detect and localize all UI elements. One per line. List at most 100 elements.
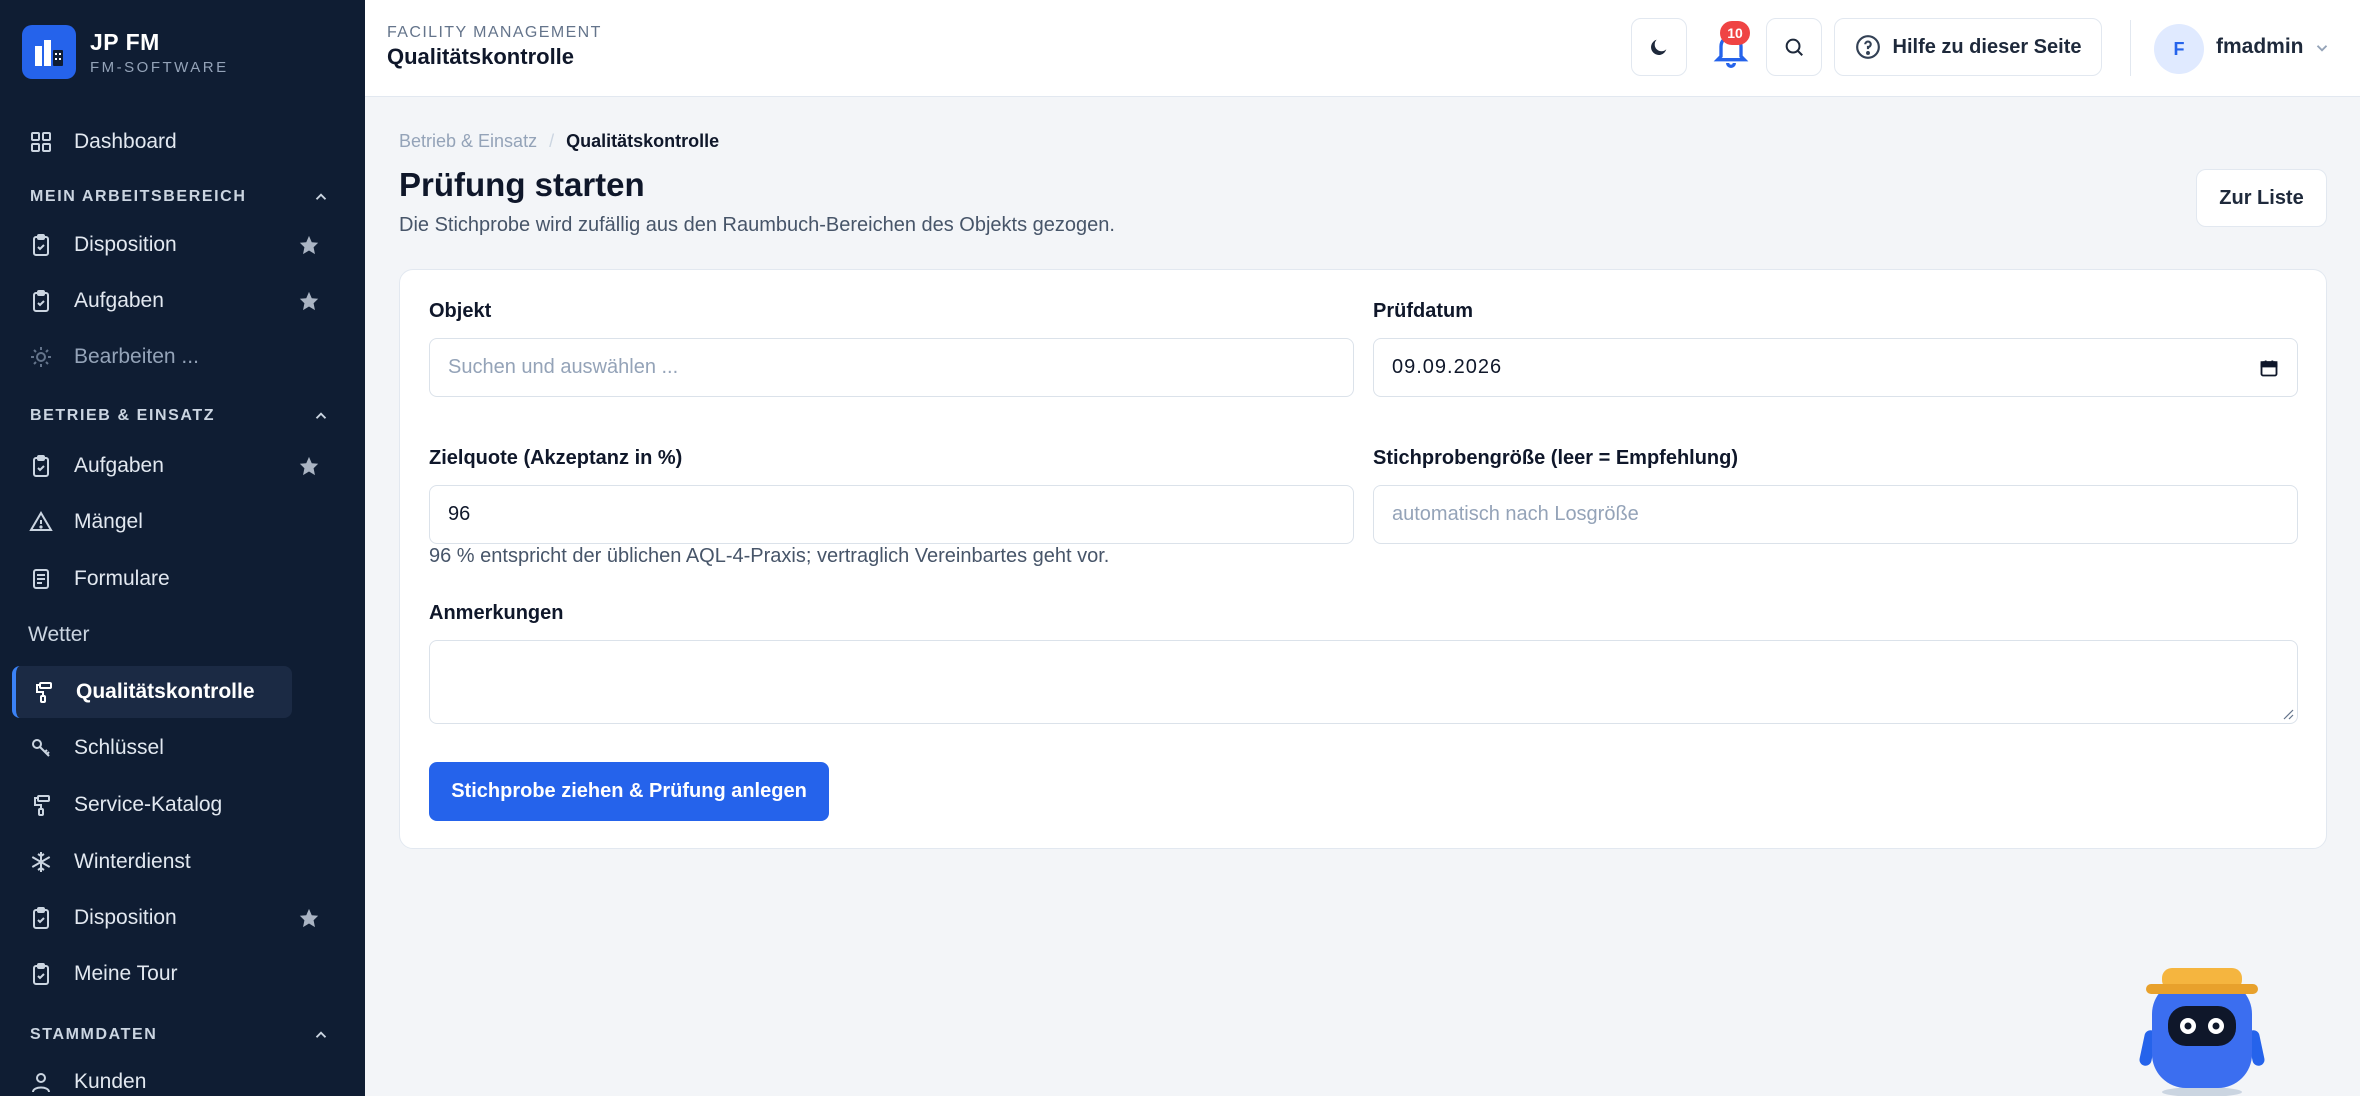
search-icon — [1785, 38, 1803, 56]
question-circle-icon — [1855, 35, 1880, 59]
sidebar-item-label: Disposition — [74, 906, 177, 929]
clipboard-check-icon — [28, 232, 54, 258]
sidebar-item-label: Winterdienst — [74, 850, 191, 873]
object-search-input[interactable]: Suchen und auswählen ... — [429, 338, 1354, 397]
brand-subtitle: FM-SOFTWARE — [90, 58, 229, 76]
sidebar-item-wetter[interactable]: Wetter — [28, 623, 89, 647]
page-subtitle: Die Stichprobe wird zufällig aus den Rau… — [399, 214, 1115, 236]
inspection-date-input[interactable]: 09.09.2026 — [1373, 338, 2298, 397]
sidebar-item-dashboard[interactable]: Dashboard — [12, 116, 292, 168]
brand[interactable]: JP FM FM-SOFTWARE — [0, 0, 365, 104]
sidebar-item-label: Bearbeiten ... — [74, 345, 199, 368]
sidebar-item-edit[interactable]: Bearbeiten ... — [12, 331, 292, 383]
page-title: Prüfung starten — [399, 166, 645, 203]
document-icon — [28, 566, 54, 592]
quota-input[interactable]: 96 — [429, 485, 1354, 544]
breadcrumb-current: Qualitätskontrolle — [566, 131, 720, 151]
avatar[interactable]: F — [2154, 24, 2204, 74]
sidebar-item-label: Formulare — [74, 567, 170, 590]
user-name[interactable]: fmadmin — [2216, 35, 2304, 59]
sidebar-item-maengel[interactable]: Mängel — [12, 496, 292, 548]
section-title: BETRIEB & EINSATZ — [30, 407, 216, 424]
paint-roller-icon — [28, 792, 54, 818]
search-button[interactable] — [1766, 18, 1822, 76]
clipboard-check-icon — [28, 905, 54, 931]
snowflake-icon — [28, 849, 54, 875]
back-to-list-button[interactable]: Zur Liste — [2196, 169, 2327, 227]
chevron-up-icon — [315, 412, 327, 419]
inspection-form-card: Objekt Suchen und auswählen ... Prüfdatu… — [399, 269, 2327, 849]
robot-mascot-icon[interactable] — [2132, 960, 2272, 1096]
brand-logo-icon — [22, 25, 76, 79]
star-icon[interactable] — [298, 234, 320, 256]
breadcrumb-separator: / — [549, 131, 555, 151]
sidebar-item-label: Aufgaben — [74, 289, 164, 312]
breadcrumb: Betrieb & Einsatz / Qualitätskontrolle — [399, 131, 719, 152]
sidebar-item-ops-aufgaben[interactable]: Aufgaben — [12, 440, 319, 492]
key-icon — [28, 735, 54, 761]
sun-gear-icon — [28, 344, 54, 370]
sidebar-item-formulare[interactable]: Formulare — [12, 553, 292, 605]
page-help-button[interactable]: Hilfe zu dieser Seite — [1834, 18, 2102, 76]
sidebar-item-schluessel[interactable]: Schlüssel — [12, 722, 292, 774]
sidebar-item-label: Schlüssel — [74, 736, 164, 759]
calendar-icon[interactable] — [2259, 358, 2279, 378]
sidebar-item-label: Dashboard — [74, 130, 177, 153]
sidebar-item-kunden[interactable]: Kunden — [12, 1056, 292, 1096]
dark-mode-toggle-button[interactable] — [1631, 18, 1687, 76]
quota-label: Zielquote (Akzeptanz in %) — [429, 447, 683, 469]
clipboard-check-icon — [28, 453, 54, 479]
user-icon — [28, 1069, 54, 1095]
brand-name: JP FM — [90, 28, 160, 55]
sidebar-item-meine-tour[interactable]: Meine Tour — [12, 948, 292, 1000]
chevron-down-icon[interactable] — [2313, 39, 2331, 57]
quota-help-text: 96 % entspricht der üblichen AQL-4-Praxi… — [429, 545, 1110, 567]
page-help-label: Hilfe zu dieser Seite — [1892, 35, 2082, 58]
notification-count-badge: 10 — [1720, 21, 1750, 45]
section-title: STAMMDATEN — [30, 1026, 158, 1043]
sidebar-item-label: Service-Katalog — [74, 793, 223, 816]
star-icon[interactable] — [298, 290, 320, 312]
chevron-up-icon — [315, 1031, 327, 1038]
warning-triangle-icon — [28, 509, 54, 535]
sidebar-item-qualitaetskontrolle[interactable]: Qualitätskontrolle — [12, 666, 292, 718]
resize-grip-icon[interactable] — [2282, 708, 2294, 720]
sample-size-label: Stichprobengröße (leer = Empfehlung) — [1373, 447, 1739, 469]
clipboard-check-icon — [28, 288, 54, 314]
sidebar-item-service-katalog[interactable]: Service-Katalog — [12, 779, 292, 831]
sidebar-item-label: Meine Tour — [74, 962, 178, 985]
sample-size-input[interactable]: automatisch nach Losgröße — [1373, 485, 2298, 544]
sidebar-item-label: Aufgaben — [74, 454, 164, 477]
date-label: Prüfdatum — [1373, 300, 1473, 322]
sidebar-item-disposition[interactable]: Disposition — [12, 219, 319, 271]
header-title: Qualitätskontrolle — [387, 44, 575, 69]
sidebar-item-label: Disposition — [74, 233, 177, 256]
paint-roller-icon — [30, 679, 56, 705]
clipboard-check-icon — [28, 961, 54, 987]
chevron-up-icon — [315, 193, 327, 200]
section-title: MEIN ARBEITSBEREICH — [30, 188, 247, 205]
sidebar-item-ops-disposition[interactable]: Disposition — [12, 892, 319, 944]
notes-label: Anmerkungen — [429, 602, 564, 624]
star-icon[interactable] — [298, 455, 320, 477]
sidebar-item-label: Kunden — [74, 1070, 147, 1093]
sidebar-item-label: Mängel — [74, 510, 143, 533]
moon-icon — [1651, 39, 1667, 55]
sidebar-item-winterdienst[interactable]: Winterdienst — [12, 836, 292, 888]
star-icon[interactable] — [298, 907, 320, 929]
sidebar-item-label: Qualitätskontrolle — [76, 680, 255, 703]
notes-textarea[interactable] — [429, 640, 2298, 724]
header-overline: FACILITY MANAGEMENT — [387, 24, 602, 41]
header-divider — [2130, 20, 2131, 76]
grid-icon — [28, 129, 54, 155]
top-header: FACILITY MANAGEMENT Qualitätskontrolle 1… — [365, 0, 2360, 97]
sidebar: JP FM FM-SOFTWARE Dashboard MEIN ARBEITS… — [0, 0, 365, 1096]
sidebar-item-aufgaben[interactable]: Aufgaben — [12, 275, 319, 327]
section-header-workspace[interactable]: MEIN ARBEITSBEREICH — [30, 188, 330, 206]
breadcrumb-parent[interactable]: Betrieb & Einsatz — [399, 131, 537, 152]
inspection-date-value: 09.09.2026 — [1392, 356, 1503, 378]
section-header-master[interactable]: STAMMDATEN — [30, 1026, 330, 1044]
section-header-ops[interactable]: BETRIEB & EINSATZ — [30, 407, 330, 425]
object-label: Objekt — [429, 300, 492, 322]
create-inspection-button[interactable]: Stichprobe ziehen & Prüfung anlegen — [429, 762, 829, 821]
